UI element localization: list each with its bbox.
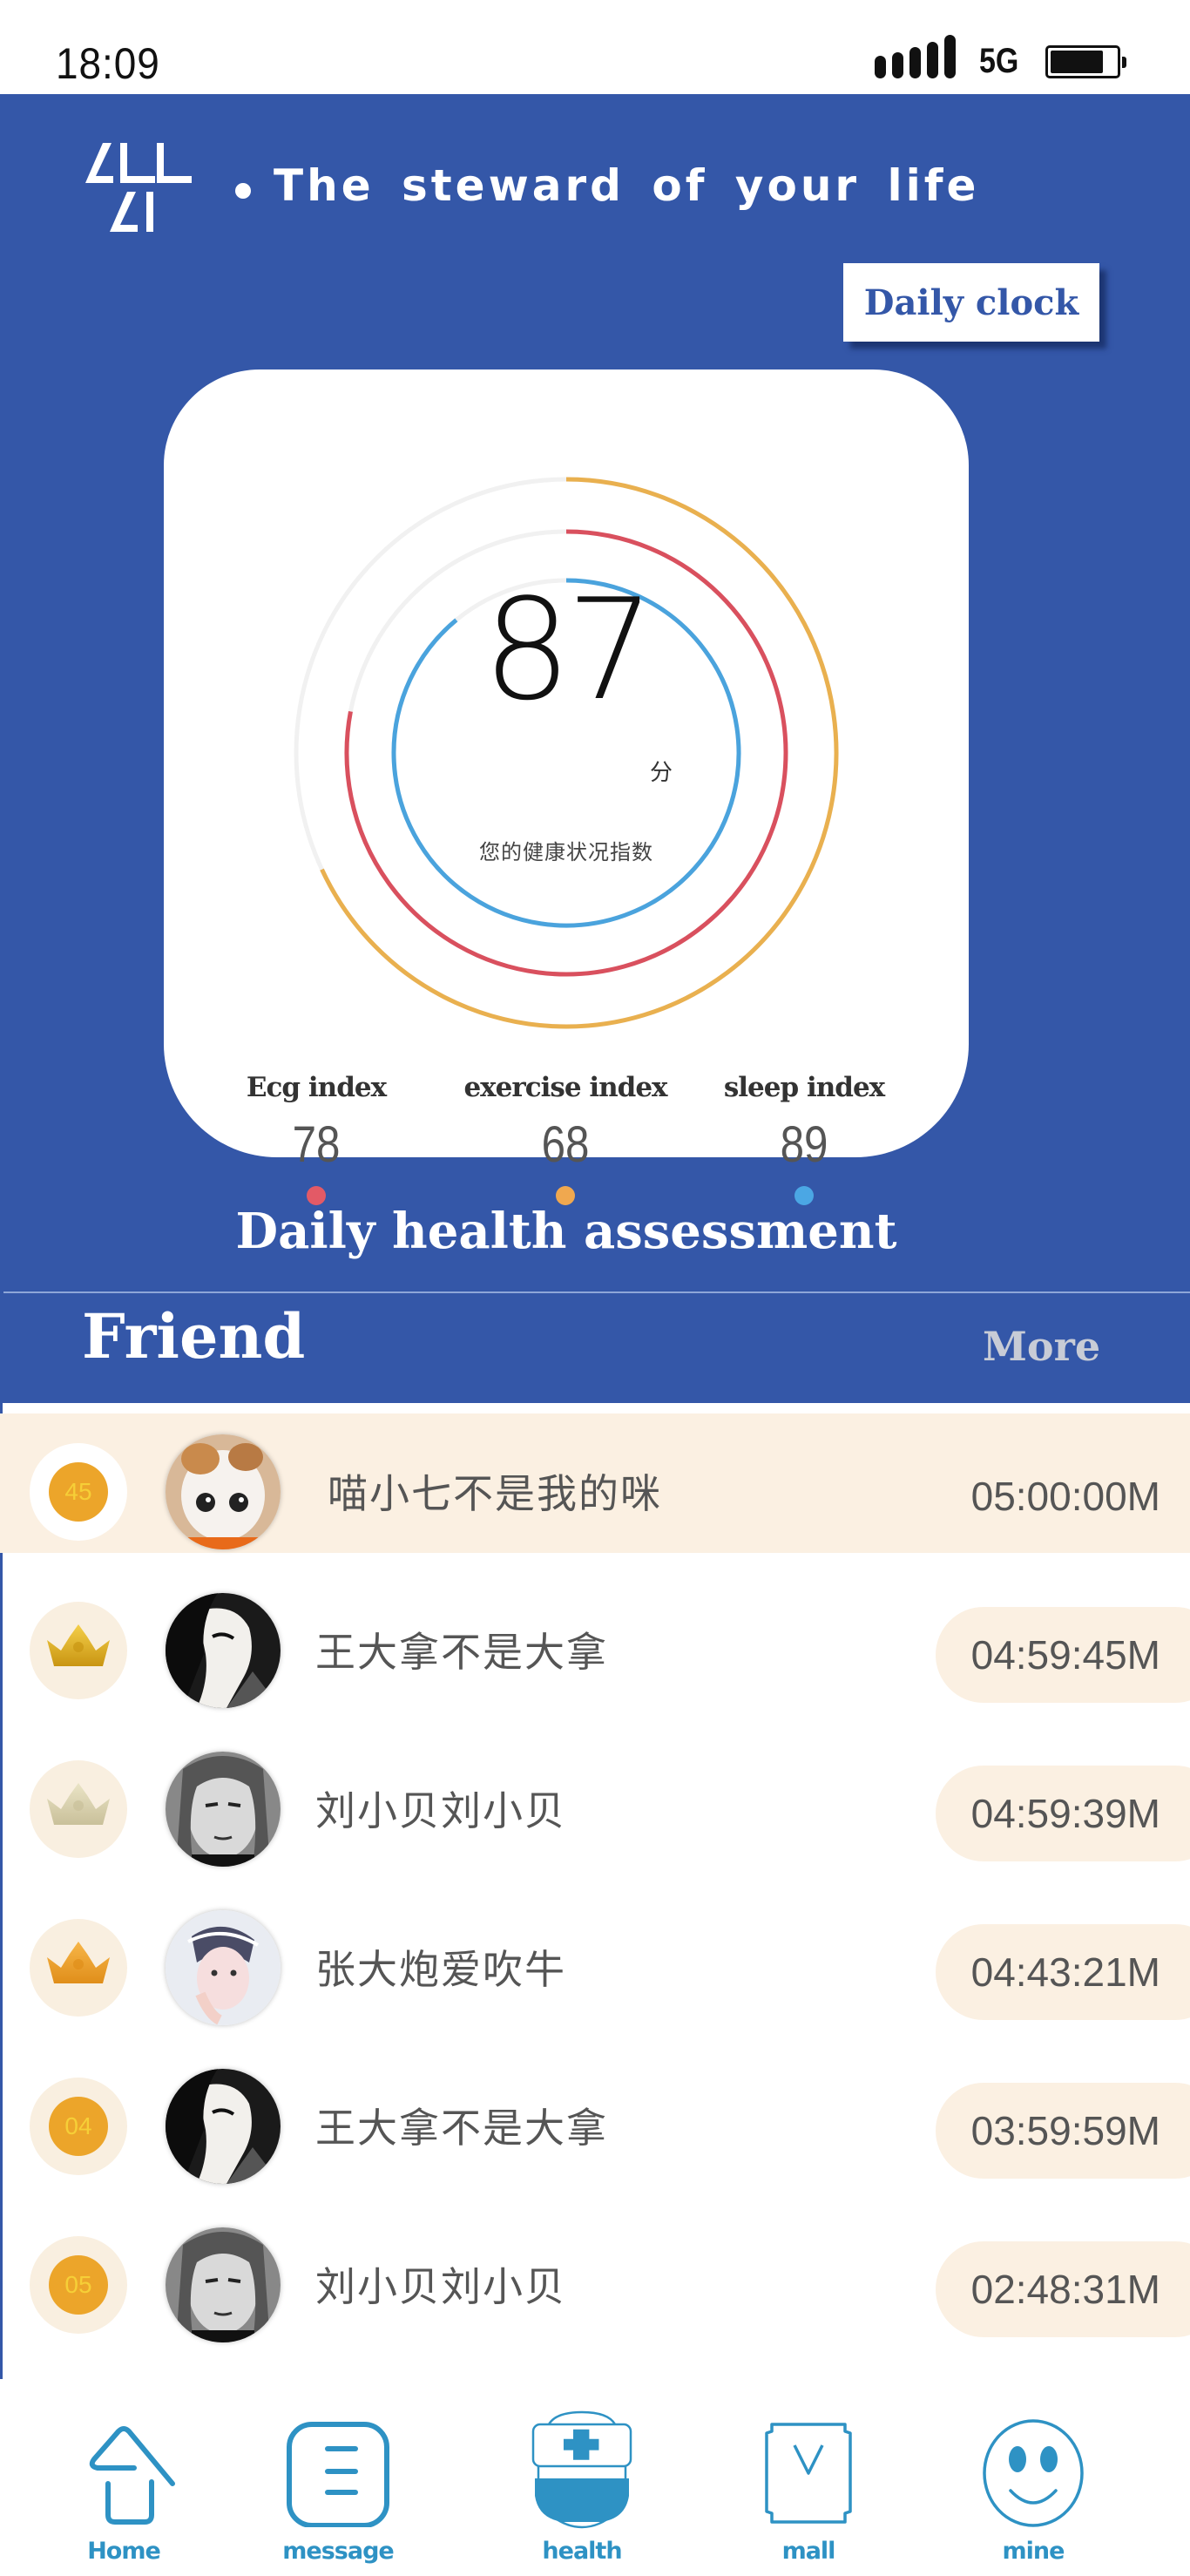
message-icon <box>287 2422 389 2527</box>
network-type: 5G <box>979 42 1019 80</box>
health-ring-chart <box>294 477 839 1029</box>
friend-row[interactable]: 45 喵小七不是我的咪 05:00:00M <box>0 1413 1190 1553</box>
crown-gold-icon <box>47 1624 110 1666</box>
more-friends-link[interactable]: More <box>983 1323 1100 1370</box>
metric-label: exercise index <box>463 1072 667 1103</box>
signal-strength-icon <box>875 35 958 78</box>
metric-sleep: sleep index 89 <box>686 1072 922 1205</box>
crown-bronze-icon <box>47 1942 110 1983</box>
status-time: 18:09 <box>56 39 160 88</box>
friend-duration: 04:59:39M <box>970 1791 1160 1836</box>
friend-duration: 03:59:59M <box>970 2108 1160 2153</box>
ring-arc-exercise <box>320 477 839 1029</box>
friend-row-partial[interactable] <box>0 2365 1190 2379</box>
nav-label: Home <box>87 2538 161 2565</box>
friend-avatar[interactable] <box>166 1434 281 1549</box>
battery-icon <box>1045 45 1126 78</box>
nav-mall[interactable]: mall <box>730 2414 887 2576</box>
nav-label: health <box>542 2538 622 2565</box>
rank-indicator: 04 <box>30 2078 127 2175</box>
tagline: The steward of your life <box>274 160 980 211</box>
metric-exercise: exercise index 68 <box>448 1072 683 1205</box>
nav-home[interactable]: Home <box>45 2414 202 2576</box>
health-score-unit: 分 <box>650 760 673 786</box>
friend-row[interactable]: 张大炮爱吹牛 04:43:21M <box>0 1889 1190 2029</box>
rank-indicator <box>30 1602 127 1699</box>
rank-badge: 45 <box>49 1462 108 1522</box>
rank-badge: 04 <box>49 2097 108 2156</box>
metric-value: 78 <box>292 1116 341 1173</box>
metric-label: Ecg index <box>246 1072 387 1103</box>
home-icon <box>89 2426 175 2525</box>
friend-name: 喵小七不是我的咪 <box>328 1470 662 1517</box>
friend-row[interactable]: 04 王大拿不是大拿 03:59:59M <box>0 2048 1190 2187</box>
friend-ranking-list[interactable]: 45 喵小七不是我的咪 05:00:00M 王大拿不是大拿 04:59:45M … <box>0 1403 1190 2379</box>
nav-message[interactable]: message <box>260 2414 416 2576</box>
nav-label: mine <box>1002 2538 1065 2565</box>
health-header: The steward of your life Daily clock 87 … <box>0 94 1190 1403</box>
rank-indicator <box>30 1760 127 1858</box>
nav-label: mall <box>781 2538 836 2565</box>
rank-indicator: 05 <box>30 2236 127 2334</box>
rank-indicator <box>30 1919 127 2017</box>
friend-duration: 04:43:21M <box>970 1949 1160 1995</box>
health-score-card: 87 分 您的健康状况指数 Ecg index 78 exercise inde… <box>164 369 969 1205</box>
daily-health-assessment-title: Daily health assessment <box>235 1203 897 1260</box>
metric-label: sleep index <box>723 1072 885 1103</box>
friend-row[interactable]: 刘小贝刘小贝 04:59:39M <box>0 1731 1190 1870</box>
section-divider <box>3 1291 1190 1293</box>
rank-indicator: 45 <box>30 1443 127 1541</box>
crown-silver-icon <box>47 1783 110 1825</box>
ring-track-exercise <box>294 477 839 1029</box>
mall-icon <box>765 2423 852 2524</box>
nav-mine[interactable]: mine <box>955 2414 1112 2576</box>
rank-badge: 05 <box>49 2255 108 2315</box>
friend-avatar[interactable] <box>166 1593 281 1708</box>
all-ai-logo <box>85 143 192 232</box>
nav-health[interactable]: health <box>504 2410 660 2576</box>
metric-ecg: Ecg index 78 <box>199 1072 434 1205</box>
status-bar: 18:09 5G <box>0 0 1190 94</box>
mine-icon <box>983 2419 1084 2527</box>
bottom-navigation: Home message health mall mine <box>0 2410 1190 2576</box>
nav-label: message <box>282 2538 394 2565</box>
daily-clock-button[interactable]: Daily clock <box>843 263 1099 342</box>
friend-name: 王大拿不是大拿 <box>315 1629 608 1676</box>
friend-duration: 05:00:00M <box>970 1474 1160 1519</box>
friend-name: 王大拿不是大拿 <box>315 2105 608 2152</box>
friend-avatar[interactable] <box>166 2069 281 2184</box>
friend-name: 张大炮爱吹牛 <box>315 1946 566 1993</box>
friend-duration: 04:59:45M <box>970 1632 1160 1678</box>
friend-name: 刘小贝刘小贝 <box>315 1787 566 1834</box>
friend-name: 刘小贝刘小贝 <box>315 2263 566 2310</box>
friend-avatar[interactable] <box>166 1910 281 2025</box>
health-metrics: Ecg index 78 exercise index 68 sleep ind… <box>164 1072 969 1205</box>
health-score-caption: 您的健康状况指数 <box>479 840 653 864</box>
health-icon <box>531 2410 632 2529</box>
friend-avatar[interactable] <box>166 2227 281 2342</box>
friend-avatar[interactable] <box>166 1752 281 1867</box>
metric-value: 89 <box>780 1116 828 1173</box>
health-score-value: 87 <box>483 568 655 731</box>
metric-value: 68 <box>541 1116 590 1173</box>
friend-section-title: Friend <box>82 1300 306 1373</box>
friend-row[interactable]: 05 刘小贝刘小贝 02:48:31M <box>0 2207 1190 2346</box>
tagline-bullet <box>235 183 251 199</box>
friend-duration: 02:48:31M <box>970 2267 1160 2312</box>
friend-row[interactable]: 王大拿不是大拿 04:59:45M <box>0 1572 1190 1712</box>
